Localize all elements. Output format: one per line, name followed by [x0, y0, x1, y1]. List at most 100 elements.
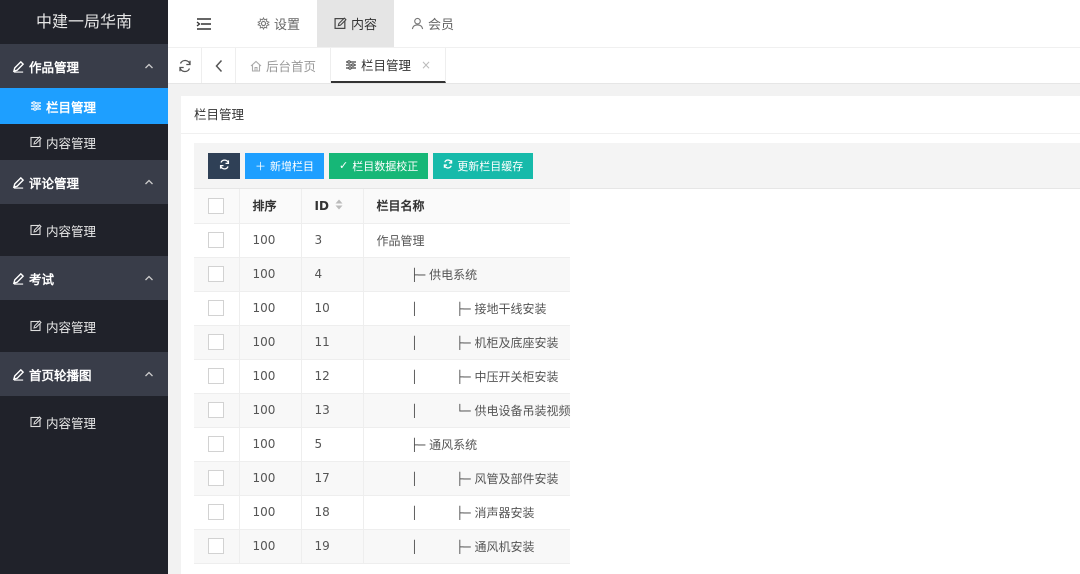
sidebar-group-comments[interactable]: 评论管理: [0, 160, 168, 204]
chevron-up-icon: [144, 59, 154, 74]
sidebar-group-label: 首页轮播图: [29, 367, 92, 383]
sidebar-item-content-manage[interactable]: 内容管理: [0, 204, 168, 256]
row-select-cell: [194, 529, 240, 564]
id-cell: 11: [301, 325, 364, 360]
sort-arrows-icon[interactable]: [335, 199, 343, 213]
name-cell: 作品管理: [363, 223, 571, 258]
row-checkbox[interactable]: [208, 538, 224, 554]
sidebar-item-label: 内容管理: [46, 415, 97, 431]
id-cell: 19: [301, 529, 364, 564]
refresh-icon[interactable]: [168, 48, 202, 83]
home-icon: [250, 60, 262, 72]
nav-members[interactable]: 会员: [394, 0, 471, 47]
col-header-label: ID: [314, 198, 329, 213]
sidebar-item-content-manage[interactable]: 内容管理: [0, 300, 168, 352]
card-title: 栏目管理: [181, 96, 1080, 134]
sidebar-group-carousel[interactable]: 首页轮播图: [0, 352, 168, 396]
table-row: 100 19 │ ├─ 通风机安装: [194, 529, 571, 564]
app-logo: 中建一局华南: [0, 0, 168, 44]
sort-cell: 100: [239, 257, 302, 292]
row-checkbox[interactable]: [208, 504, 224, 520]
table-header-row: 排序 ID 栏目名称: [194, 189, 571, 224]
id-cell: 18: [301, 495, 364, 530]
table-row: 100 11 │ ├─ 机柜及底座安装: [194, 325, 571, 360]
id-cell: 10: [301, 291, 364, 326]
gear-icon: [257, 17, 270, 30]
chevron-up-icon: [144, 175, 154, 190]
edit-icon: [30, 416, 42, 428]
id-cell: 4: [301, 257, 364, 292]
edit-icon: [30, 320, 42, 332]
menu-toggle-icon[interactable]: [168, 0, 240, 47]
row-select-cell: [194, 359, 240, 394]
row-select-cell: [194, 223, 240, 258]
row-checkbox[interactable]: [208, 402, 224, 418]
name-cell: │ └─ 供电设备吊装视频: [363, 393, 571, 428]
col-header-sort[interactable]: 排序: [239, 189, 302, 224]
row-checkbox[interactable]: [208, 300, 224, 316]
row-checkbox[interactable]: [208, 232, 224, 248]
close-icon[interactable]: ×: [421, 58, 431, 72]
sidebar-group-label: 作品管理: [29, 59, 80, 75]
plus-icon: ＋: [255, 159, 266, 173]
tab-home[interactable]: 后台首页: [236, 48, 332, 83]
sidebar-item-content-manage[interactable]: 内容管理: [0, 124, 168, 160]
check-icon: ✓: [339, 159, 349, 172]
user-icon: [411, 17, 424, 30]
sort-cell: 100: [239, 291, 302, 326]
row-checkbox[interactable]: [208, 334, 224, 350]
name-cell: │ ├─ 中压开关柜安装: [363, 359, 571, 394]
row-select-cell: [194, 495, 240, 530]
row-checkbox[interactable]: [208, 470, 224, 486]
table-row: 100 17 │ ├─ 风管及部件安装: [194, 461, 571, 496]
tab-column-manage[interactable]: 栏目管理 ×: [331, 48, 447, 83]
button-label: 栏目数据校正: [352, 159, 419, 173]
table-toolbar: ＋ 新增栏目 ✓ 栏目数据校正 更新栏目缓存: [194, 143, 1080, 189]
sidebar-item-content-manage[interactable]: 内容管理: [0, 396, 168, 448]
nav-settings[interactable]: 设置: [240, 0, 317, 47]
update-cache-button[interactable]: 更新栏目缓存: [433, 152, 534, 179]
nav-content[interactable]: 内容: [317, 0, 395, 47]
sidebar-item-label: 内容管理: [46, 223, 97, 239]
sort-cell: 100: [239, 325, 302, 360]
table-row: 100 12 │ ├─ 中压开关柜安装: [194, 359, 571, 394]
sliders-icon: [345, 59, 357, 71]
col-header-name[interactable]: 栏目名称: [363, 189, 571, 224]
sidebar-group-works[interactable]: 作品管理: [0, 44, 168, 88]
sliders-icon: [30, 100, 42, 112]
tab-label: 栏目管理: [361, 58, 412, 73]
refresh-button[interactable]: [208, 152, 240, 179]
row-checkbox[interactable]: [208, 368, 224, 384]
table-row: 100 4 ├─ 供电系统: [194, 257, 571, 292]
refresh-icon: [219, 159, 230, 173]
id-cell: 17: [301, 461, 364, 496]
nav-label: 设置: [274, 18, 301, 33]
row-select-cell: [194, 291, 240, 326]
add-column-button[interactable]: ＋ 新增栏目: [245, 152, 324, 179]
nav-label: 内容: [351, 18, 378, 33]
row-select-cell: [194, 461, 240, 496]
sort-cell: 100: [239, 529, 302, 564]
table-row: 100 5 ├─ 通风系统: [194, 427, 571, 462]
row-select-cell: [194, 257, 240, 292]
verify-column-data-button[interactable]: ✓ 栏目数据校正: [329, 152, 429, 179]
sort-cell: 100: [239, 427, 302, 462]
back-chevron-icon[interactable]: [202, 48, 236, 83]
id-cell: 13: [301, 393, 364, 428]
sidebar-item-column-manage[interactable]: 栏目管理: [0, 88, 168, 124]
col-header-id[interactable]: ID: [301, 189, 364, 224]
pencil-icon: [12, 272, 25, 285]
sidebar-group-exam[interactable]: 考试: [0, 256, 168, 300]
table-row: 100 18 │ ├─ 消声器安装: [194, 495, 571, 530]
id-cell: 12: [301, 359, 364, 394]
select-all-checkbox[interactable]: [208, 197, 224, 214]
row-checkbox[interactable]: [208, 266, 224, 282]
row-checkbox[interactable]: [208, 436, 224, 452]
content-card: 栏目管理 ＋ 新增栏目 ✓ 栏目数据校正 更新栏目缓存 排序 ID 栏目名称 1…: [181, 96, 1080, 574]
sort-cell: 100: [239, 223, 302, 258]
name-cell: │ ├─ 通风机安装: [363, 529, 571, 564]
chevron-up-icon: [144, 367, 154, 382]
table-row: 100 3 作品管理: [194, 223, 571, 258]
button-label: 新增栏目: [270, 159, 314, 173]
row-select-cell: [194, 325, 240, 360]
